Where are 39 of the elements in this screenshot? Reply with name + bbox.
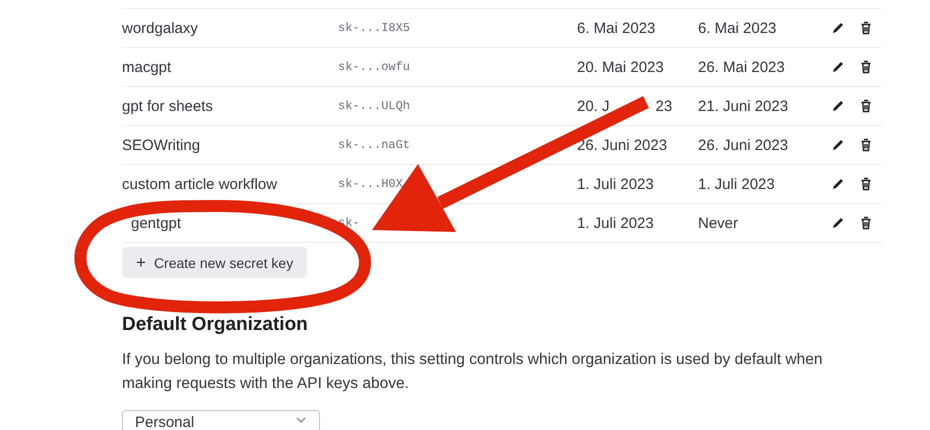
key-name: macgpt xyxy=(122,58,172,76)
created-date: 20. J xyxy=(577,98,610,114)
delete-icon[interactable] xyxy=(859,60,873,74)
last-used-date: 1. Juli 2023 xyxy=(698,176,776,192)
edit-icon[interactable] xyxy=(831,177,845,191)
key-name: SEOWriting xyxy=(122,136,202,154)
section-heading: Default Organization xyxy=(122,314,309,336)
secret-key: sk-...ULQh xyxy=(338,99,577,113)
secret-key: sk-...H0X xyxy=(338,177,577,191)
last-used-date: 26. Mai 2023 xyxy=(698,58,786,76)
edit-icon[interactable] xyxy=(831,21,845,35)
created-date: 20. Mai 2023 xyxy=(577,58,664,76)
section-description: If you belong to multiple organizations, this setting controls which organization is used by default when making requests with the API keys above. xyxy=(122,350,824,394)
created-date: 6. Mai 2023 xyxy=(577,20,656,36)
last-used-date: 6. Mai 2023 xyxy=(698,20,778,36)
delete-icon[interactable] xyxy=(859,99,873,113)
edit-icon[interactable] xyxy=(831,138,845,152)
key-name: custom article workflow xyxy=(122,176,278,192)
edit-icon[interactable] xyxy=(831,216,845,230)
create-key-button[interactable]: + Create new secret key xyxy=(122,247,308,278)
organization-select[interactable]: Personal xyxy=(122,410,320,430)
key-name: gpt for sheets xyxy=(122,98,214,114)
edit-icon[interactable] xyxy=(831,99,845,113)
secret-key: sk-...naGt xyxy=(338,138,577,152)
last-used-date: Never xyxy=(698,214,740,232)
delete-icon[interactable] xyxy=(859,216,873,230)
key-name: gentgpt xyxy=(130,214,182,232)
delete-icon[interactable] xyxy=(859,177,873,191)
edit-icon[interactable] xyxy=(831,60,845,74)
secret-key: sk-...I8X5 xyxy=(338,21,577,35)
delete-icon[interactable] xyxy=(859,21,873,35)
created-date: 1. Juli 2023 xyxy=(577,214,654,232)
last-used-date: 26. Juni 2023 xyxy=(698,136,790,154)
created-date: 1. Juli 2023 xyxy=(577,176,654,192)
delete-icon[interactable] xyxy=(859,138,873,152)
created-date: 23 xyxy=(656,98,672,114)
last-used-date: 21. Juni 2023 xyxy=(698,98,790,114)
secret-key: sk-...owfu xyxy=(338,60,577,74)
key-name: wordgalaxy xyxy=(122,20,199,36)
